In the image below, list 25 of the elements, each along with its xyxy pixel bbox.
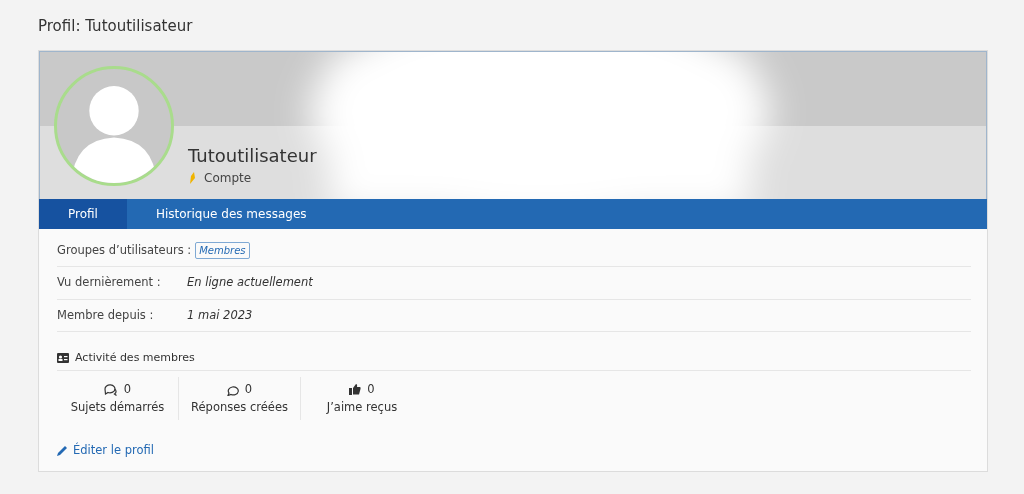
- comments-icon: [103, 383, 118, 396]
- field-value: En ligne actuellement: [187, 274, 313, 292]
- tab[interactable]: Profil: [39, 199, 127, 229]
- pencil-icon: [57, 444, 68, 456]
- stat-count: 0: [244, 381, 253, 399]
- field-label: Groupes d’utilisateurs :: [57, 242, 193, 259]
- stat-count: 0: [123, 381, 132, 399]
- stat-label: Sujets démarrés: [70, 398, 165, 416]
- thumbs-up-icon: [349, 384, 362, 396]
- group-tag: Membres: [195, 242, 250, 260]
- username: Tutoutilisateur: [188, 144, 317, 168]
- edit-profile-link[interactable]: Éditer le profil: [57, 441, 154, 459]
- rank-label: Compte: [204, 170, 252, 187]
- comment-icon: [226, 383, 239, 396]
- stat-label: Réponses créées: [191, 398, 288, 416]
- stat-count: 0: [367, 381, 375, 399]
- id-card-icon: [57, 353, 69, 363]
- section-title: Activité des membres: [75, 349, 195, 366]
- field-label: Vu dernièrement :: [57, 274, 162, 292]
- field-value: 1 mai 2023: [187, 306, 253, 324]
- field-label: Membre depuis :: [57, 306, 155, 324]
- rank-icon: [188, 172, 196, 184]
- stat-label: J’aime reçus: [326, 398, 398, 416]
- page-title: Profil: Tutoutilisateur: [37, 16, 194, 35]
- tab[interactable]: Historique des messages: [126, 199, 336, 229]
